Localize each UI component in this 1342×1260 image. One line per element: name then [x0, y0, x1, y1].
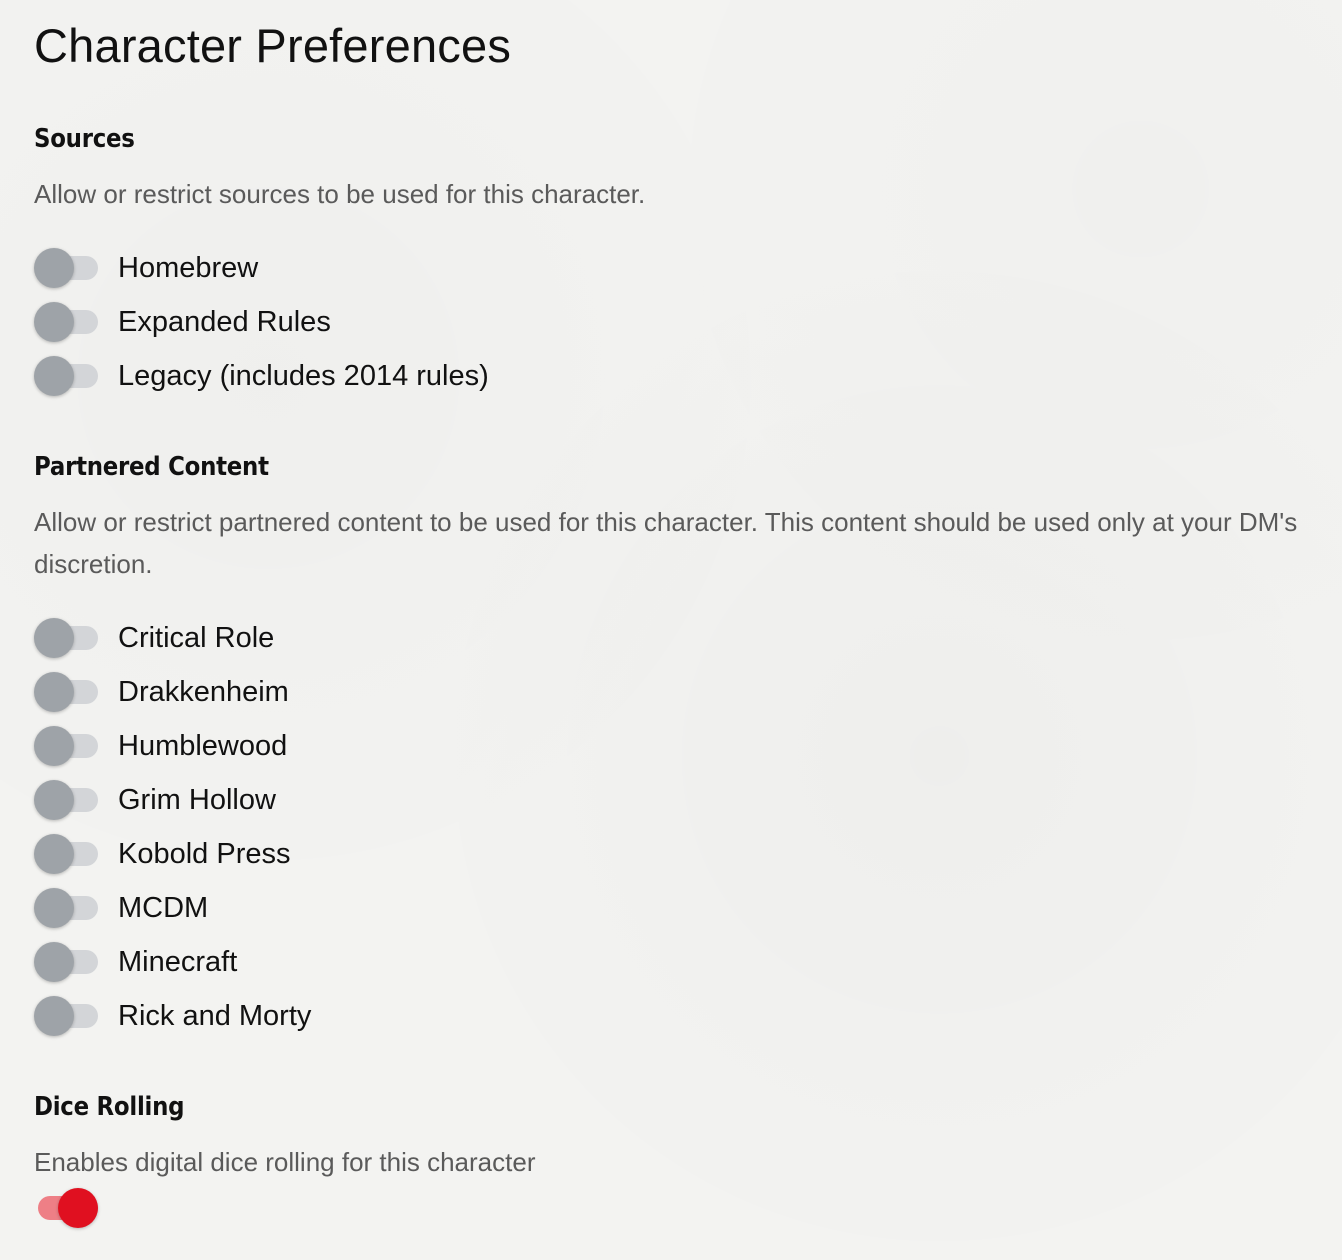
toggle-row-dice-rolling[interactable]: [34, 1186, 98, 1230]
toggle-label-drakkenheim: Drakkenheim: [118, 675, 289, 708]
toggle-knob: [58, 1188, 98, 1228]
toggle-label-mcdm: MCDM: [118, 891, 209, 924]
toggle-row-expanded-rules[interactable]: Expanded Rules: [34, 300, 734, 344]
toggle-row-legacy[interactable]: Legacy (includes 2014 rules): [34, 354, 734, 398]
page-title: Character Preferences: [34, 19, 512, 72]
dice-rolling-description: Enables digital dice rolling for this ch…: [34, 1147, 536, 1177]
toggle-row-mcdm[interactable]: MCDM: [34, 886, 734, 930]
toggle-knob: [34, 942, 74, 982]
kobold-press-toggle[interactable]: [34, 832, 98, 876]
toggle-row-kobold-press[interactable]: Kobold Press: [34, 832, 734, 876]
toggle-label-critical-role: Critical Role: [118, 621, 275, 654]
toggle-label-minecraft: Minecraft: [118, 945, 238, 978]
expanded-rules-toggle[interactable]: [34, 300, 98, 344]
critical-role-toggle[interactable]: [34, 616, 98, 660]
partnered-content-description: Allow or restrict partnered content to b…: [34, 507, 1298, 579]
toggle-row-grim-hollow[interactable]: Grim Hollow: [34, 778, 734, 822]
toggle-row-rick-and-morty[interactable]: Rick and Morty: [34, 994, 734, 1038]
homebrew-toggle[interactable]: [34, 246, 98, 290]
toggle-row-drakkenheim[interactable]: Drakkenheim: [34, 670, 734, 714]
toggle-knob: [34, 302, 74, 342]
toggle-label-homebrew: Homebrew: [118, 251, 259, 284]
minecraft-toggle[interactable]: [34, 940, 98, 984]
humblewood-toggle[interactable]: [34, 724, 98, 768]
toggle-knob: [34, 726, 74, 766]
toggle-knob: [34, 672, 74, 712]
sources-heading: Sources: [34, 124, 135, 154]
rick-and-morty-toggle[interactable]: [34, 994, 98, 1038]
toggle-label-grim-hollow: Grim Hollow: [118, 783, 276, 816]
sources-description: Allow or restrict sources to be used for…: [34, 179, 646, 209]
toggle-knob: [34, 248, 74, 288]
partnered-content-heading: Partnered Content: [34, 452, 269, 482]
toggle-row-homebrew[interactable]: Homebrew: [34, 246, 734, 290]
toggle-row-critical-role[interactable]: Critical Role: [34, 616, 734, 660]
legacy-toggle[interactable]: [34, 354, 98, 398]
toggle-knob: [34, 888, 74, 928]
toggle-label-humblewood: Humblewood: [118, 729, 288, 762]
toggle-label-rick-and-morty: Rick and Morty: [118, 999, 312, 1032]
toggle-knob: [34, 356, 74, 396]
drakkenheim-toggle[interactable]: [34, 670, 98, 714]
toggle-label-kobold-press: Kobold Press: [118, 837, 291, 870]
toggle-knob: [34, 996, 74, 1036]
toggle-row-minecraft[interactable]: Minecraft: [34, 940, 734, 984]
dice-rolling-heading: Dice Rolling: [34, 1092, 185, 1122]
mcdm-toggle[interactable]: [34, 886, 98, 930]
dice-rolling-toggle[interactable]: [34, 1186, 98, 1230]
toggle-knob: [34, 780, 74, 820]
grim-hollow-toggle[interactable]: [34, 778, 98, 822]
toggle-knob: [34, 834, 74, 874]
toggle-knob: [34, 618, 74, 658]
toggle-label-legacy: Legacy (includes 2014 rules): [118, 359, 489, 392]
toggle-label-expanded-rules: Expanded Rules: [118, 305, 331, 338]
toggle-row-humblewood[interactable]: Humblewood: [34, 724, 734, 768]
